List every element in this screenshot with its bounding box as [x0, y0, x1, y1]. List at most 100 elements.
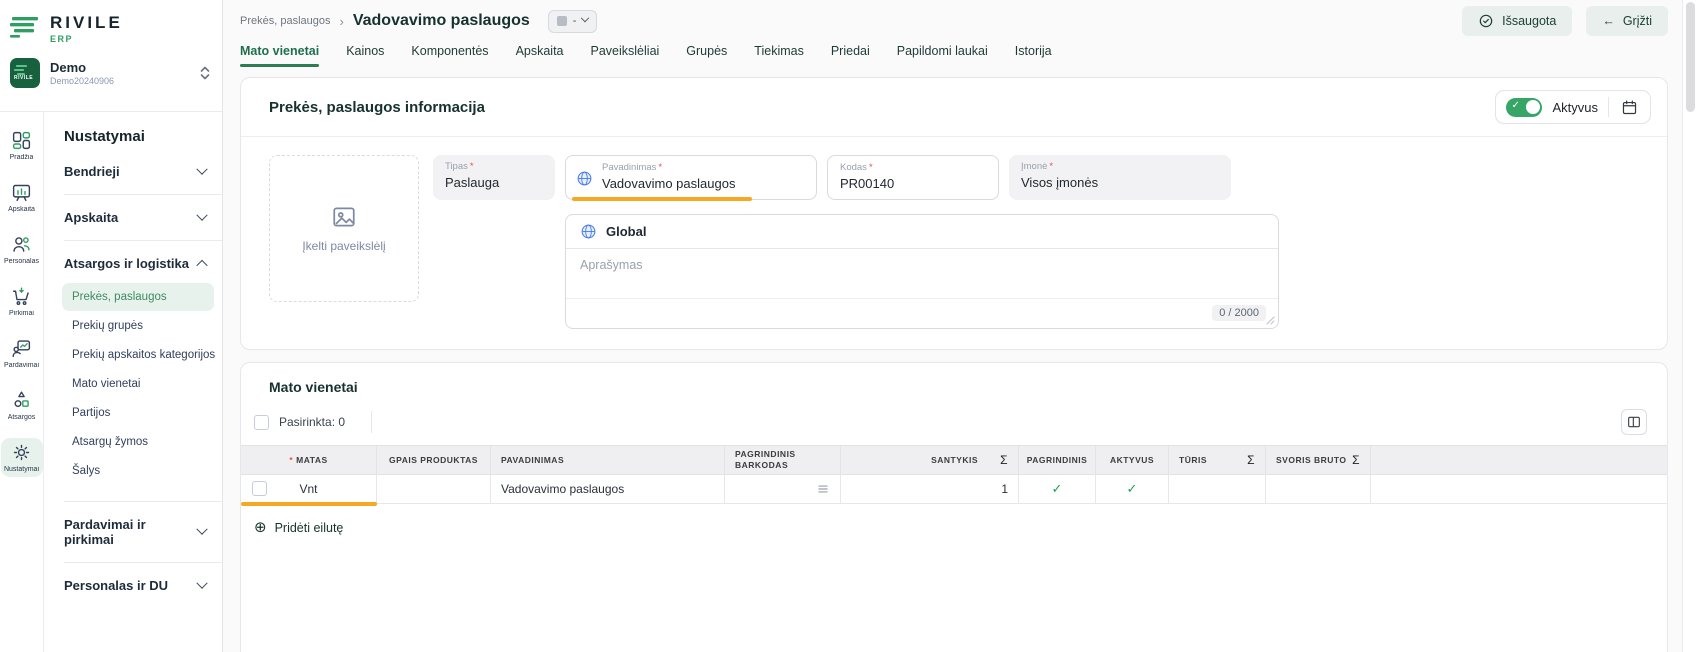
col-header-pagrindinis-barkodas[interactable]: PAGRINDINIS BARKODAS: [725, 446, 841, 474]
tab-mato-vienetai[interactable]: Mato vienetai: [240, 44, 319, 67]
description-textarea[interactable]: [566, 249, 1278, 293]
variant-dropdown[interactable]: -: [548, 10, 598, 33]
scrollbar-thumb[interactable]: [1686, 2, 1695, 112]
description-language-label: Global: [606, 224, 646, 239]
cart-icon: [11, 286, 32, 307]
selection-count-label: Pasirinkta: 0: [279, 415, 345, 429]
tab-komponentes[interactable]: Komponentės: [411, 44, 488, 67]
rail-label: Atsargos: [8, 414, 36, 421]
cell-pagrindinis[interactable]: ✓: [1019, 475, 1096, 503]
breadcrumb-parent[interactable]: Prekės, paslaugos: [240, 15, 331, 27]
sidebar-title: Nustatymai: [64, 128, 222, 149]
col-header-pagrindinis[interactable]: PAGRINDINIS: [1019, 446, 1096, 474]
plus-circle-icon: ⊕: [254, 520, 267, 535]
rail-item-pradzia[interactable]: Pradžia: [1, 126, 43, 165]
rail-item-apskaita[interactable]: Apskaita: [1, 178, 43, 217]
sidebar-group-personalas-ir-du[interactable]: Personalas ir DU: [64, 578, 222, 593]
col-header-pavadinimas[interactable]: PAVADINIMAS: [491, 446, 725, 474]
tab-bar: Mato vienetai Kainos Komponentės Apskait…: [240, 44, 1668, 67]
rail-item-pirkimai[interactable]: Pirkimai: [1, 282, 43, 321]
sales-chart-icon: [11, 338, 32, 359]
tab-kainos[interactable]: Kainos: [346, 44, 384, 67]
col-header-matas[interactable]: *MATAS: [241, 446, 377, 474]
tipas-value: Paslauga: [445, 175, 543, 190]
upload-label: Įkelti paveikslėlį: [302, 239, 385, 253]
menu-lines-icon[interactable]: [816, 482, 830, 496]
active-toggle[interactable]: ✓: [1506, 98, 1542, 117]
tab-grupes[interactable]: Grupės: [686, 44, 727, 67]
col-header-gpais-produktas[interactable]: GPAIS PRODUKTAS: [377, 446, 491, 474]
rail-item-nustatymai[interactable]: Nustatymai: [1, 438, 43, 477]
col-header-turis[interactable]: TŪRISΣ: [1169, 446, 1266, 474]
card-title: Prekės, paslaugos informacija: [269, 99, 485, 116]
cell-aktyvus[interactable]: ✓: [1096, 475, 1169, 503]
gear-icon: [11, 442, 32, 463]
sidebar-group-bendrieji[interactable]: Bendrieji: [64, 164, 222, 179]
rivile-logo-icon: [10, 14, 42, 40]
unsaved-indicator-bar: [241, 502, 377, 506]
back-button[interactable]: ← Grįžti: [1586, 6, 1668, 36]
calendar-button[interactable]: [1619, 99, 1640, 116]
table-header-row: *MATAS GPAIS PRODUKTAS PAVADINIMAS PAGRI…: [241, 445, 1667, 475]
required-asterisk: *: [658, 162, 662, 173]
tipas-field: Tipas* Paslauga: [433, 155, 555, 200]
cell-svoris-bruto[interactable]: [1266, 475, 1371, 503]
sidebar-item-prekiu-apskaitos-kategorijos[interactable]: Prekių apskaitos kategorijos: [62, 341, 214, 369]
cell-pagrindinis-barkodas[interactable]: [725, 475, 841, 503]
chevron-down-icon: [196, 209, 207, 220]
col-header-aktyvus[interactable]: AKTYVUS: [1096, 446, 1169, 474]
rail-item-atsargos[interactable]: Atsargos: [1, 386, 43, 425]
image-upload-dropzone[interactable]: Įkelti paveikslėlį: [269, 155, 419, 302]
globe-icon: [580, 223, 597, 240]
sidebar-item-prekes-paslaugos[interactable]: Prekės, paslaugos: [62, 283, 214, 311]
pavadinimas-value: Vadovavimo paslaugos: [602, 176, 804, 191]
tab-papildomi-laukai[interactable]: Papildomi laukai: [897, 44, 988, 67]
kodas-value: PR00140: [840, 176, 986, 191]
tab-apskaita[interactable]: Apskaita: [516, 44, 564, 67]
sidebar-item-atsargu-zymos[interactable]: Atsargų žymos: [62, 428, 214, 456]
rail-item-personalas[interactable]: Personalas: [1, 230, 43, 269]
left-panel: RIVILE ERP RIVILE Demo Demo20240906: [0, 0, 223, 652]
cell-turis[interactable]: [1169, 475, 1266, 503]
kodas-field[interactable]: Kodas* PR00140: [827, 155, 999, 200]
sidebar-item-mato-vienetai[interactable]: Mato vienetai: [62, 370, 214, 398]
sidebar-group-pardavimai-ir-pirkimai[interactable]: Pardavimai ir pirkimai: [64, 517, 222, 547]
tab-priedai[interactable]: Priedai: [831, 44, 870, 67]
sum-icon[interactable]: Σ: [1000, 453, 1008, 468]
select-all-checkbox[interactable]: [254, 415, 269, 430]
col-header-svoris-bruto[interactable]: SVORIS BRUTOΣ: [1266, 446, 1371, 474]
cell-filler: [1371, 475, 1667, 503]
required-asterisk: *: [1049, 161, 1053, 172]
rail-item-pardavimai[interactable]: Pardavimai: [1, 334, 43, 373]
pavadinimas-field[interactable]: Pavadinimas* Vadovavimo paslaugos: [565, 155, 817, 200]
sidebar-item-salys[interactable]: Šalys: [62, 457, 214, 485]
saved-button[interactable]: Išsaugota: [1462, 6, 1572, 36]
vertical-scrollbar[interactable]: [1682, 0, 1697, 652]
cell-santykis[interactable]: 1: [841, 475, 1019, 503]
resize-handle[interactable]: [1266, 316, 1275, 325]
rail-label: Pardavimai: [4, 362, 39, 369]
brand-tagline: ERP: [50, 34, 123, 44]
row-checkbox[interactable]: [252, 481, 267, 496]
column-settings-button[interactable]: [1621, 409, 1647, 435]
tab-istorija[interactable]: Istorija: [1015, 44, 1052, 67]
sidebar-group-apskaita[interactable]: Apskaita: [64, 210, 222, 225]
sidebar-group-atsargos-ir-logistika[interactable]: Atsargos ir logistika: [64, 256, 222, 271]
logo: RIVILE ERP: [10, 14, 214, 44]
imone-field: Įmonė* Visos įmonės: [1009, 155, 1231, 200]
tab-tiekimas[interactable]: Tiekimas: [754, 44, 804, 67]
company-selector[interactable]: RIVILE Demo Demo20240906: [10, 58, 214, 88]
cell-gpais-produktas[interactable]: [377, 475, 491, 503]
sidebar-item-prekiu-grupes[interactable]: Prekių grupės: [62, 312, 214, 340]
unfold-icon: [198, 65, 212, 81]
tab-paveiksleliai[interactable]: Paveikslėliai: [591, 44, 660, 67]
sum-icon[interactable]: Σ: [1247, 453, 1255, 468]
sidebar-item-partijos[interactable]: Partijos: [62, 399, 214, 427]
calendar-icon: [1621, 99, 1638, 116]
sum-icon[interactable]: Σ: [1352, 453, 1360, 468]
cell-pavadinimas[interactable]: Vadovavimo paslaugos: [491, 475, 725, 503]
col-header-santykis[interactable]: SANTYKISΣ: [841, 446, 1019, 474]
add-row-button[interactable]: ⊕ Pridėti eilutę: [241, 504, 1667, 535]
page-title: Vadovavimo paslaugos: [353, 12, 530, 30]
cell-matas[interactable]: Vnt: [241, 475, 377, 503]
